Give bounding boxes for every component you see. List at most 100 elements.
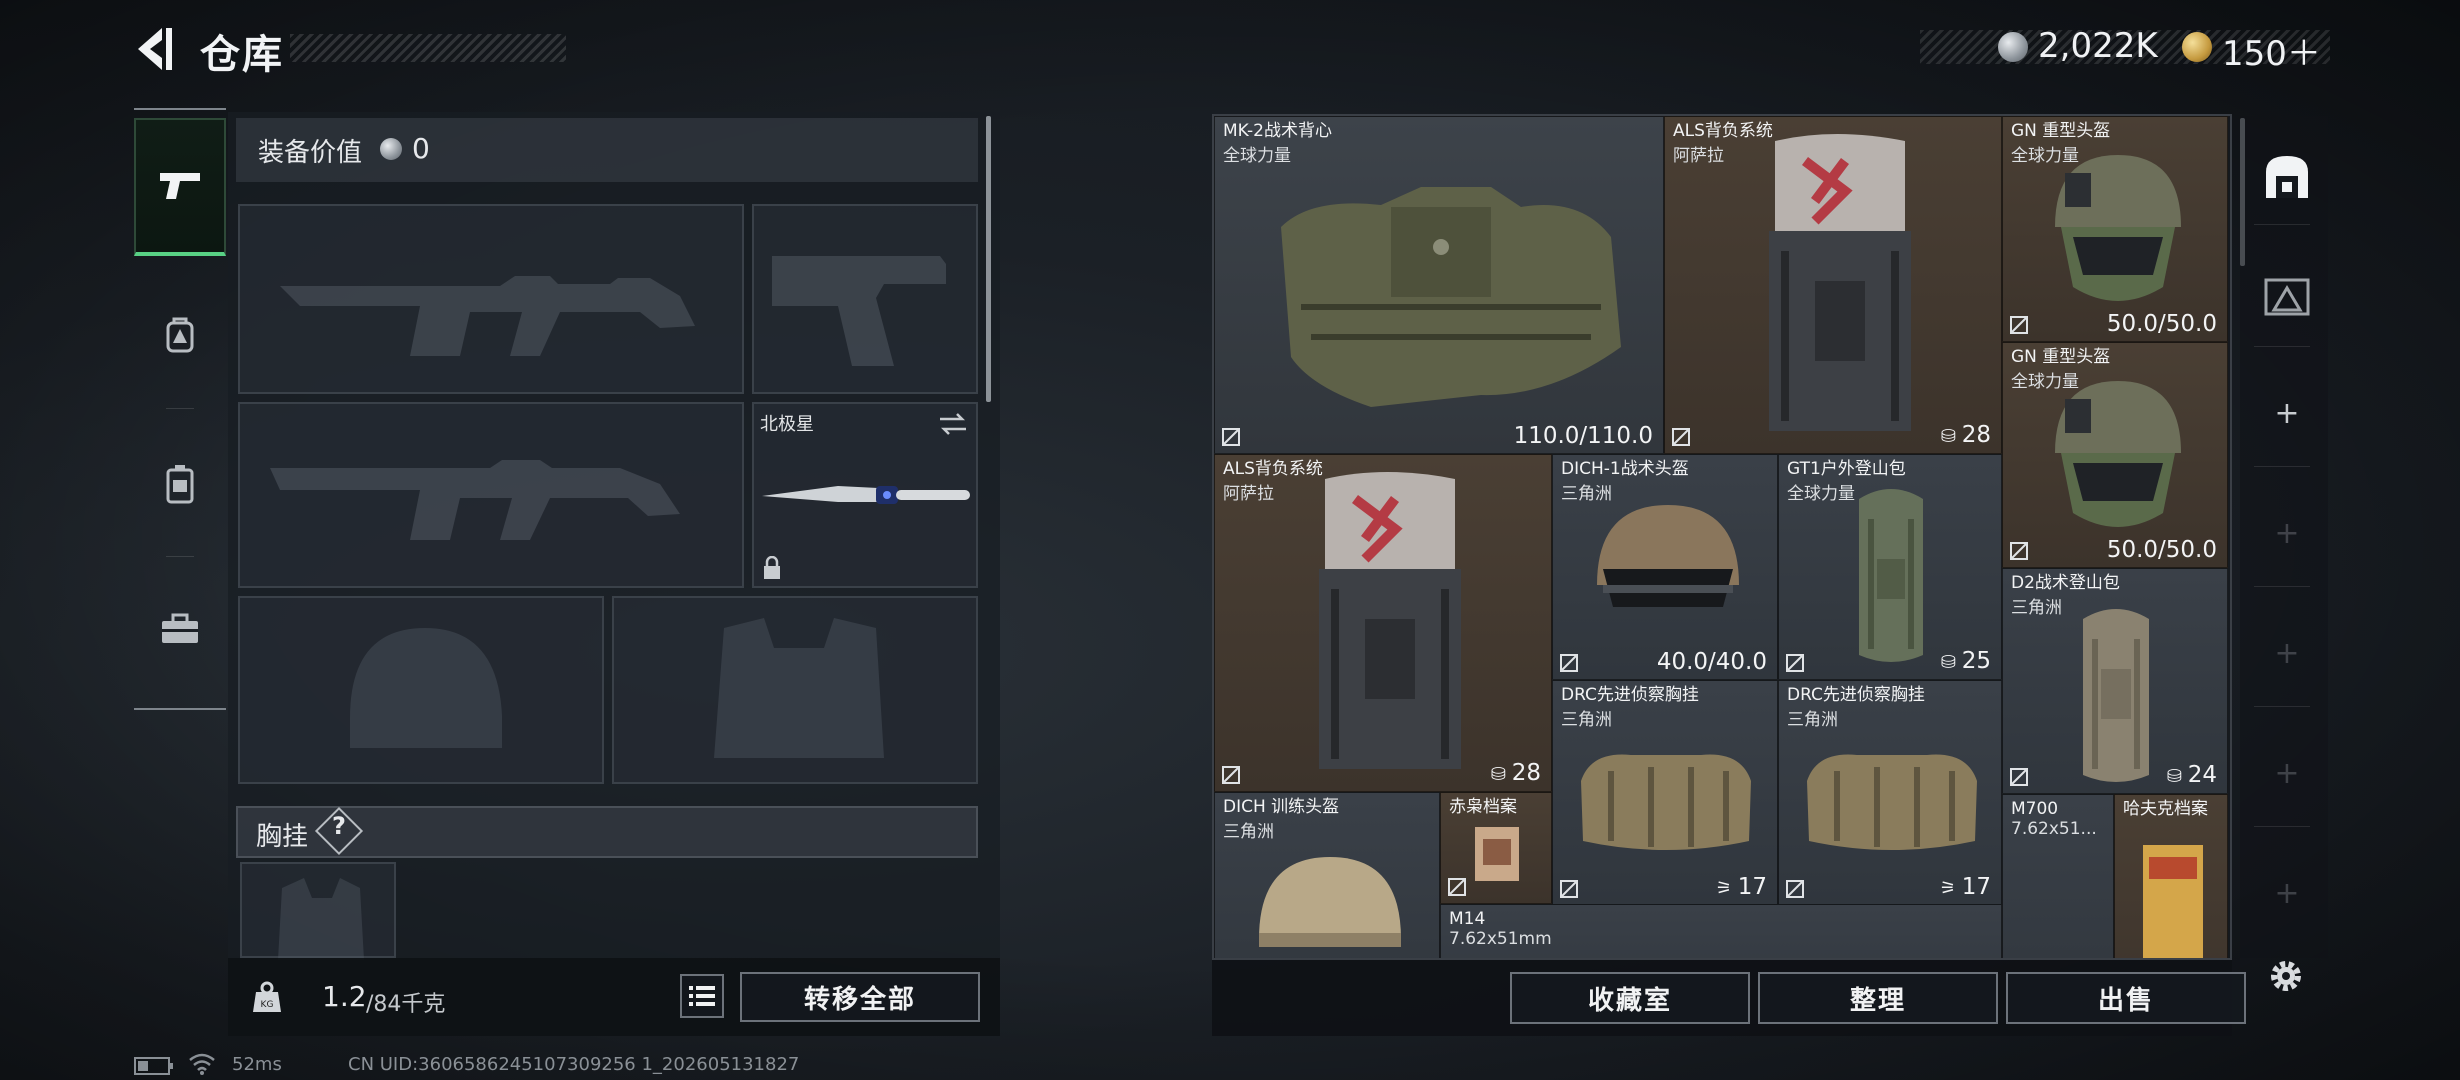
chest-rig-slot[interactable] xyxy=(240,862,396,960)
unmarked-icon xyxy=(1560,654,1578,672)
item-origin: 全球力量 xyxy=(2011,146,2079,166)
item-capacity: ⛁ 25 xyxy=(1940,648,1991,674)
item-caliber: 7.62x51mm xyxy=(1449,929,1552,949)
item-durability: 110.0/110.0 xyxy=(1513,423,1653,449)
item-name: 哈夫克档案 xyxy=(2123,799,2208,819)
sidebar-divider xyxy=(2254,466,2310,467)
inventory-item[interactable]: ALS背负系统 阿萨拉 ⛁ 28 xyxy=(1214,454,1552,792)
item-capacity: ⛁ 28 xyxy=(1940,422,1991,448)
item-name: M14 xyxy=(1449,909,1486,929)
item-durability: 50.0/50.0 xyxy=(2106,311,2217,337)
sell-button[interactable]: 出售 xyxy=(2006,972,2246,1024)
silver-currency[interactable]: 2,022K xyxy=(2038,26,2158,66)
inventory-item[interactable]: DRC先进侦察胸挂 三角洲 ⚞ 17 xyxy=(1778,680,2002,906)
transfer-all-button[interactable]: 转移全部 xyxy=(740,972,980,1022)
tactical-helmet-image xyxy=(1597,505,1739,607)
nav-tab-weapons[interactable] xyxy=(134,118,226,256)
collection-room-button[interactable]: 收藏室 xyxy=(1510,972,1750,1024)
melee-slot[interactable]: 北极星 xyxy=(752,402,978,588)
primary-weapon-slot[interactable] xyxy=(238,204,744,394)
gold-currency[interactable]: 150＋ xyxy=(2222,26,2321,75)
warehouse-icon[interactable] xyxy=(2262,152,2312,202)
bag-icon xyxy=(166,465,194,504)
item-durability: 40.0/40.0 xyxy=(1656,649,1767,675)
item-name: D2战术登山包 xyxy=(2011,573,2120,593)
chest-rig-image xyxy=(1581,754,1751,850)
silver-coin-icon xyxy=(1998,32,2028,62)
toolbox-icon xyxy=(162,613,198,643)
heavy-helmet-image xyxy=(2055,381,2181,527)
crate-icon[interactable] xyxy=(2262,270,2312,320)
item-name: GN 重型头盔 xyxy=(2011,121,2111,141)
item-origin: 三角洲 xyxy=(1787,710,1838,730)
nav-tab-gear[interactable] xyxy=(134,276,226,396)
inventory-item[interactable]: GT1户外登山包 全球力量 ⛁ 25 xyxy=(1778,454,2002,680)
backpack-system-image xyxy=(1769,134,1911,431)
nav-divider xyxy=(166,408,194,409)
armor-slot[interactable] xyxy=(612,596,978,784)
knife-icon xyxy=(762,486,970,504)
hiking-backpack-image xyxy=(1859,489,1923,662)
sidebar-divider xyxy=(2254,224,2310,225)
add-storage-icon: + xyxy=(2274,516,2300,551)
unmarked-icon xyxy=(2010,316,2028,334)
item-origin: 三角洲 xyxy=(1223,822,1274,842)
item-origin: 阿萨拉 xyxy=(1673,146,1724,166)
equipment-value-label: 装备价值 xyxy=(258,138,363,168)
uid-text: CN UID:3606586245107309256 1_20260513182… xyxy=(348,1054,800,1075)
inventory-item[interactable]: M14 7.62x51mm xyxy=(1440,904,2002,958)
inventory-item[interactable]: GN 重型头盔 全球力量 50.0/50.0 xyxy=(2002,116,2228,342)
unmarked-icon xyxy=(1786,654,1804,672)
list-view-button[interactable] xyxy=(680,974,724,1018)
pistol-slot[interactable] xyxy=(752,204,978,394)
secondary-weapon-slot[interactable] xyxy=(238,402,744,588)
nav-tab-toolbox[interactable] xyxy=(134,568,226,688)
add-storage-icon: + xyxy=(2274,756,2300,791)
helmet-slot[interactable] xyxy=(238,596,604,784)
nav-tab-bag[interactable] xyxy=(134,424,226,544)
inventory-item[interactable]: ALS背负系统 阿萨拉 ⛁ 28 xyxy=(1664,116,2002,454)
scrollbar[interactable] xyxy=(986,116,991,402)
inventory-item[interactable]: DICH-1战术头盔 三角洲 40.0/40.0 xyxy=(1552,454,1778,680)
heavy-helmet-image xyxy=(2055,155,2181,301)
sidebar-divider xyxy=(2254,826,2310,827)
item-name: GT1户外登山包 xyxy=(1787,459,1906,479)
title-decoration xyxy=(290,34,566,62)
item-durability: 50.0/50.0 xyxy=(2106,537,2217,563)
list-icon xyxy=(689,986,715,1006)
chest-rig-image xyxy=(1807,754,1977,850)
nav-top-divider xyxy=(134,108,226,110)
ping-text: 52ms xyxy=(232,1054,282,1075)
item-origin: 阿萨拉 xyxy=(1223,484,1274,504)
help-icon[interactable]: ? xyxy=(322,812,356,840)
unmarked-icon xyxy=(1222,428,1240,446)
item-origin: 三角洲 xyxy=(2011,598,2062,618)
settings-gear-icon[interactable] xyxy=(2266,956,2306,996)
inventory-item[interactable]: MK-2战术背心 全球力量 110.0/110.0 xyxy=(1214,116,1664,454)
archive-file-image xyxy=(1475,827,1519,881)
silver-coin-icon xyxy=(380,138,402,160)
item-name: 赤枭档案 xyxy=(1449,797,1517,817)
back-arrow-icon[interactable] xyxy=(132,24,178,74)
hiking-backpack-image xyxy=(2083,609,2149,782)
swap-icon[interactable] xyxy=(938,412,968,436)
inventory-item[interactable]: GN 重型头盔 全球力量 50.0/50.0 xyxy=(2002,342,2228,568)
inventory-item[interactable]: M700 7.62x51... xyxy=(2002,794,2114,958)
unmarked-icon xyxy=(2010,542,2028,560)
page-title: 仓库 xyxy=(200,32,284,78)
unmarked-icon xyxy=(1222,766,1240,784)
vest-silhouette-icon xyxy=(714,618,884,758)
inventory-item[interactable]: DICH 训练头盔 三角洲 xyxy=(1214,792,1440,958)
weight-max: /84千克 xyxy=(366,992,446,1017)
organize-button[interactable]: 整理 xyxy=(1758,972,1998,1024)
add-storage-icon[interactable]: + xyxy=(2272,396,2302,431)
item-slots: ⚞ 17 xyxy=(1939,874,1991,900)
item-origin: 全球力量 xyxy=(1787,484,1855,504)
inventory-item[interactable]: 哈夫克档案 xyxy=(2114,794,2228,958)
inventory-item[interactable]: 赤枭档案 xyxy=(1440,792,1552,904)
backpack-system-image xyxy=(1319,472,1461,769)
item-origin: 三角洲 xyxy=(1561,710,1612,730)
item-name: DRC先进侦察胸挂 xyxy=(1787,685,1925,705)
inventory-item[interactable]: DRC先进侦察胸挂 三角洲 ⚞ 17 xyxy=(1552,680,1778,906)
inventory-item[interactable]: D2战术登山包 三角洲 ⛁ 24 xyxy=(2002,568,2228,794)
